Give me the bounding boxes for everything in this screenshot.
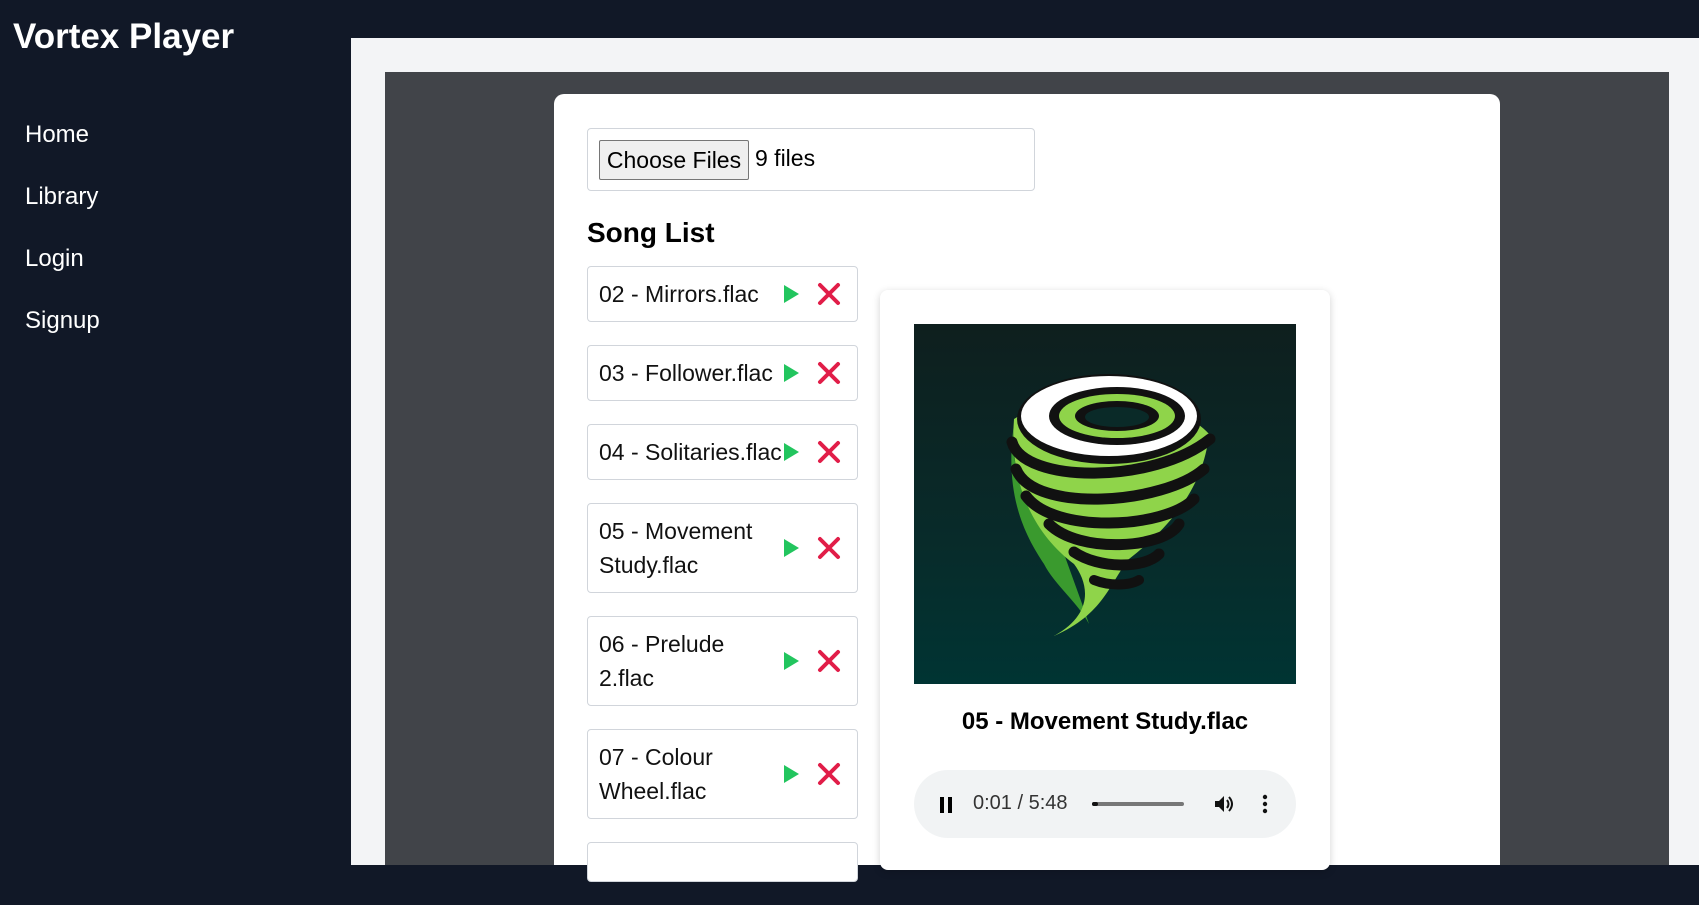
- song-item: 05 - Movement Study.flac: [587, 503, 858, 593]
- song-name: 05 - Movement Study.flac: [599, 518, 753, 578]
- song-list-title: Song List: [587, 217, 715, 248]
- play-icon[interactable]: [784, 364, 799, 382]
- nav-home[interactable]: Home: [25, 115, 100, 177]
- song-item: 06 - Prelude 2.flac: [587, 616, 858, 706]
- sidebar-nav: Home Library Login Signup: [25, 115, 100, 363]
- app-title: Vortex Player: [13, 17, 235, 56]
- song-item: [587, 842, 858, 882]
- play-icon[interactable]: [784, 539, 799, 557]
- time-display: 0:01 / 5:48: [973, 792, 1068, 814]
- file-count: 9 files: [755, 145, 816, 171]
- song-name: 02 - Mirrors.flac: [599, 281, 759, 307]
- song-name: 03 - Follower.flac: [599, 360, 773, 386]
- song-item: 04 - Solitaries.flac: [587, 424, 858, 480]
- play-icon[interactable]: [784, 443, 799, 461]
- play-icon[interactable]: [784, 652, 799, 670]
- now-playing-title: 05 - Movement Study.flac: [961, 708, 1249, 735]
- song-list: 02 - Mirrors.flac 03 - Follower.flac 04 …: [587, 266, 858, 905]
- play-icon[interactable]: [784, 285, 799, 303]
- song-item: 02 - Mirrors.flac: [587, 266, 858, 322]
- more-options-icon[interactable]: [1262, 793, 1268, 815]
- song-name: 06 - Prelude 2.flac: [599, 631, 725, 691]
- audio-player: 0:01 / 5:48: [914, 770, 1296, 838]
- delete-icon[interactable]: [816, 648, 842, 674]
- choose-files-button[interactable]: Choose Files: [599, 140, 749, 180]
- song-item: 03 - Follower.flac: [587, 345, 858, 401]
- volume-icon[interactable]: [1214, 794, 1236, 814]
- song-name: 04 - Solitaries.flac: [599, 439, 782, 465]
- nav-library[interactable]: Library: [25, 177, 100, 239]
- file-input[interactable]: Choose Files 9 files: [587, 128, 1035, 191]
- song-item: 07 - Colour Wheel.flac: [587, 729, 858, 819]
- progress-fill: [1092, 802, 1098, 806]
- tornado-icon: [1006, 374, 1216, 636]
- play-icon[interactable]: [784, 765, 799, 783]
- album-cover: [914, 324, 1296, 684]
- content-panel: Choose Files 9 files Song List 02 - Mirr…: [385, 72, 1669, 882]
- now-playing-card: 05 - Movement Study.flac 0:01 / 5:48: [880, 290, 1330, 870]
- progress-slider[interactable]: [1092, 802, 1184, 806]
- nav-login[interactable]: Login: [25, 239, 100, 301]
- delete-icon[interactable]: [816, 535, 842, 561]
- delete-icon[interactable]: [816, 360, 842, 386]
- delete-icon[interactable]: [816, 281, 842, 307]
- main-content: Choose Files 9 files Song List 02 - Mirr…: [351, 38, 1699, 882]
- nav-signup[interactable]: Signup: [25, 301, 100, 363]
- player-container: Choose Files 9 files Song List 02 - Mirr…: [554, 94, 1500, 882]
- song-name: 07 - Colour Wheel.flac: [599, 744, 713, 804]
- delete-icon[interactable]: [816, 761, 842, 787]
- pause-icon[interactable]: [940, 797, 954, 813]
- delete-icon[interactable]: [816, 439, 842, 465]
